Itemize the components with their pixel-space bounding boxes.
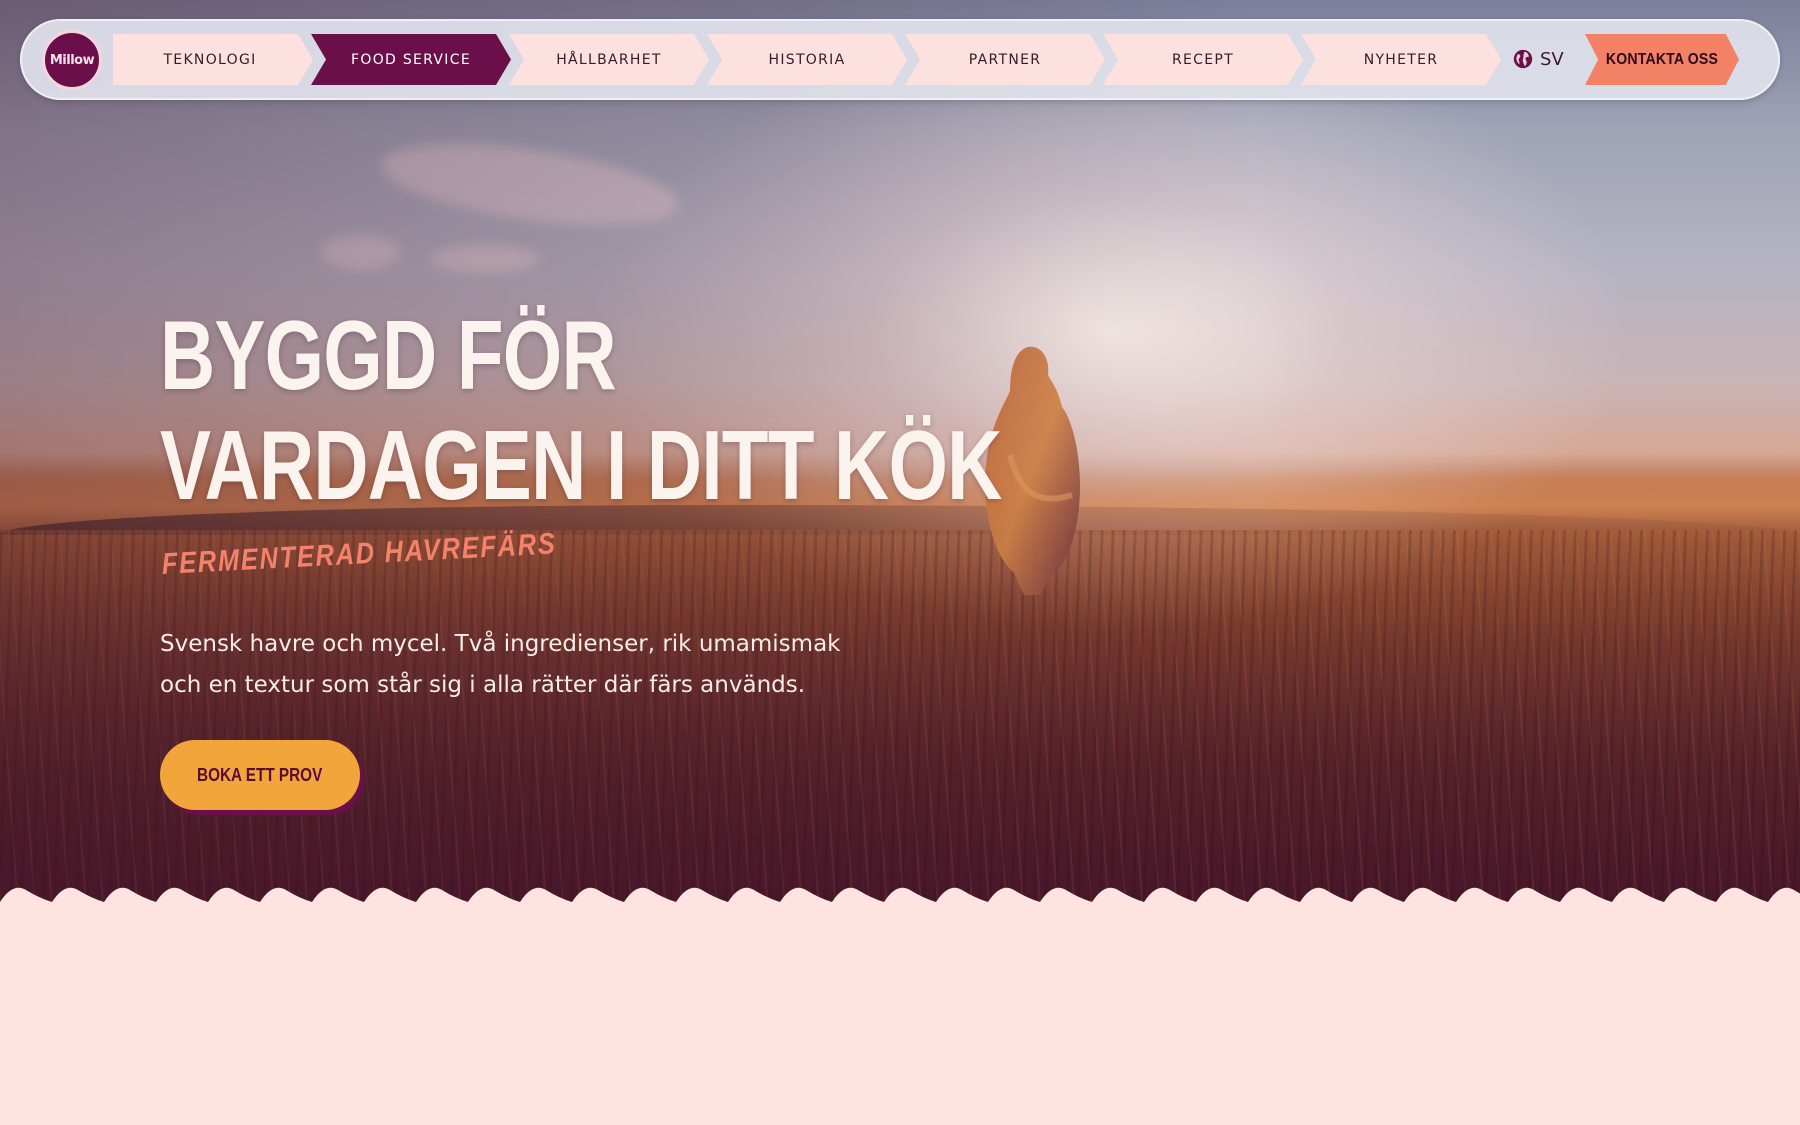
nav-item-partner[interactable]: PARTNER: [905, 34, 1105, 85]
nav-item-label: RECEPT: [1172, 51, 1234, 68]
contact-label: KONTAKTA OSS: [1605, 50, 1719, 68]
headline-line-2: VARDAGEN I DITT KÖK: [160, 410, 1002, 520]
nav-steps: TEKNOLOGI FOOD SERVICE HÅLLBARHET HISTOR…: [113, 34, 1501, 85]
nav-item-label: HÅLLBARHET: [556, 51, 662, 68]
nav-item-food-service[interactable]: FOOD SERVICE: [311, 34, 511, 85]
wave-divider: [0, 887, 1800, 920]
nav-item-historia[interactable]: HISTORIA: [707, 34, 907, 85]
nav-item-recept[interactable]: RECEPT: [1103, 34, 1303, 85]
book-sample-label: BOKA ETT PROV: [197, 764, 323, 785]
book-sample-button[interactable]: BOKA ETT PROV: [160, 740, 360, 810]
nav-item-label: TEKNOLOGI: [163, 51, 257, 68]
language-label: SV: [1540, 48, 1564, 70]
millow-logo[interactable]: Millow: [42, 30, 102, 90]
nav-item-label: HISTORIA: [768, 51, 846, 68]
nav-item-label: PARTNER: [968, 51, 1042, 68]
contact-button[interactable]: KONTAKTA OSS: [1585, 34, 1739, 85]
globe-icon: [1513, 49, 1533, 69]
nav-item-teknologi[interactable]: TEKNOLOGI: [113, 34, 313, 85]
nav-item-nyheter[interactable]: NYHETER: [1301, 34, 1501, 85]
nav-item-label: FOOD SERVICE: [351, 51, 471, 68]
nav-item-hallbarhet[interactable]: HÅLLBARHET: [509, 34, 709, 85]
nav-item-label: NYHETER: [1363, 51, 1439, 68]
logo-text: Millow: [49, 52, 95, 68]
language-selector[interactable]: SV: [1512, 44, 1564, 74]
hero-headline: BYGGD FÖR VARDAGEN I DITT KÖK: [160, 300, 1002, 520]
main-nav: Millow TEKNOLOGI FOOD SERVICE HÅLLBARHET…: [20, 19, 1780, 100]
headline-line-1: BYGGD FÖR: [160, 300, 617, 410]
hero-body-text: Svensk havre och mycel. Två ingredienser…: [160, 631, 841, 698]
